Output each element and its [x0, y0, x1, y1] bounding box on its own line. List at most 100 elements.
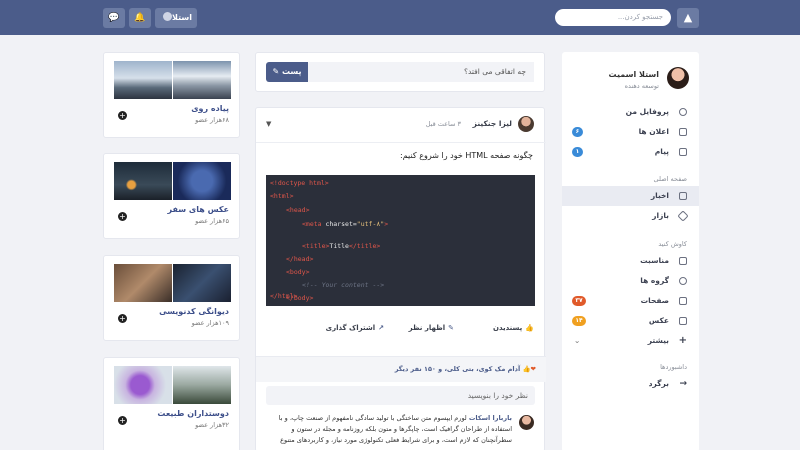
post-button[interactable]: پست ✎: [266, 62, 308, 82]
group-image: [173, 264, 231, 302]
pages-badge: ۳۷: [572, 296, 586, 306]
group-name[interactable]: دوستداران طبیعت: [157, 409, 229, 418]
comment-label: اظهار نظر: [408, 324, 446, 332]
feed-post: لیزا جنکینز ۳ ساعت قبل ▼ چگونه صفحه HTML…: [255, 107, 546, 450]
user-menu-label: استلا: [172, 13, 192, 22]
sidebar-item-label: برگرد: [648, 379, 669, 388]
file-icon: [679, 297, 687, 305]
plus-icon[interactable]: +: [118, 416, 127, 425]
newspaper-icon: [679, 192, 687, 200]
sidebar-item-label: گروه ها: [640, 276, 669, 285]
sidebar-item-profile[interactable]: پروفایل من: [562, 102, 699, 122]
comment-author[interactable]: باربارا اسکات: [469, 414, 512, 422]
search-input[interactable]: جستجو کردن...: [555, 9, 671, 26]
group-name[interactable]: دیوانگی کدنویسی: [159, 307, 229, 316]
sidebar-item-groups[interactable]: گروه ها: [562, 271, 699, 291]
code-token: Title: [329, 242, 349, 250]
post-author[interactable]: لیزا جنکینز: [473, 119, 512, 128]
pencil-icon: ✎: [272, 67, 280, 76]
share-button[interactable]: ↗اشتراک گذاری: [326, 324, 384, 332]
avatar: [518, 116, 534, 132]
avatar: [519, 415, 534, 430]
post-time: ۳ ساعت قبل: [425, 120, 461, 128]
calendar-icon: [679, 257, 687, 265]
code-line: <!doctype html>: [270, 179, 329, 187]
plus-icon[interactable]: +: [118, 111, 127, 120]
heart-icon: ❤: [530, 365, 536, 373]
sidebar-item-photos[interactable]: عکس ۱۴: [562, 311, 699, 331]
plus-icon: +: [678, 335, 687, 346]
reactions-summary: ❤👍 آدام مک کوی، بتی کلی، و ۱۵۰ نفر دیگر: [256, 356, 546, 382]
sidebar-item-label: اخبار: [650, 191, 669, 200]
tent-logo-icon[interactable]: ▲: [677, 8, 699, 28]
sidebar-item-label: بیشتر: [647, 336, 669, 345]
like-label: پسندیدن: [492, 324, 523, 332]
users-icon: [679, 277, 687, 285]
sidebar-item-market[interactable]: بازار: [562, 206, 699, 226]
thumbs-up-icon: 👍: [525, 324, 534, 332]
group-card: دوستداران طبیعت ۳۲هزار عضو +: [103, 357, 240, 450]
reactions-text[interactable]: ❤👍 آدام مک کوی، بتی کلی، و ۱۵۰ نفر دیگر: [395, 365, 536, 373]
top-navbar: ▲ جستجو کردن... استلا 🔔 💬: [0, 0, 800, 35]
sidebar-item-label: پیام: [654, 147, 669, 156]
profile-name: استلا اسمیت: [608, 70, 659, 79]
bell-icon[interactable]: 🔔: [129, 8, 151, 28]
mail-icon: [679, 148, 687, 156]
sidebar-item-messages[interactable]: پیام ۱: [562, 142, 699, 162]
code-token: charset=: [325, 220, 357, 228]
chat-icon[interactable]: 💬: [103, 8, 125, 28]
post-composer: چه اتفاقی می افتد؟ پست ✎: [255, 52, 545, 92]
comment-input[interactable]: نظر خود را بنویسید: [266, 386, 535, 405]
sidebar-item-label: عکس: [648, 316, 669, 325]
user-menu-button[interactable]: استلا: [155, 8, 197, 28]
like-button[interactable]: 👍پسندیدن: [493, 324, 534, 332]
sidebar: استلا اسمیت توسعه دهنده پروفایل من اعلان…: [562, 52, 699, 450]
code-line: </head>: [286, 255, 314, 263]
profile-summary[interactable]: استلا اسمیت توسعه دهنده: [571, 67, 689, 95]
group-name[interactable]: عکس های سفر: [168, 205, 229, 214]
comment-button[interactable]: ✎اظهار نظر: [409, 324, 454, 332]
code-line: </html>: [270, 292, 298, 300]
chevron-down-icon: ⌄: [574, 336, 581, 345]
plus-icon[interactable]: +: [118, 314, 127, 323]
group-image: [114, 162, 172, 200]
code-token: </title>: [348, 242, 381, 250]
thumbs-up-icon: 👍: [522, 365, 531, 373]
sidebar-item-pages[interactable]: صفحات ۳۷: [562, 291, 699, 311]
sidebar-item-notifications[interactable]: اعلان ها ۶: [562, 122, 699, 142]
sidebar-item-label: مناسبت: [640, 256, 669, 265]
group-image: [173, 61, 231, 99]
group-card: پیاده روی ۶۸هزار عضو +: [103, 52, 240, 138]
diamond-icon: [677, 210, 689, 222]
post-header: لیزا جنکینز ۳ ساعت قبل ▼: [264, 116, 534, 134]
code-token: <meta: [302, 220, 326, 228]
group-name[interactable]: پیاده روی: [191, 104, 229, 113]
group-card: عکس های سفر ۶۵هزار عضو +: [103, 153, 240, 239]
sidebar-item-more[interactable]: + بیشتر ⌄: [562, 331, 699, 351]
code-token: <title>: [302, 242, 330, 250]
avatar: [667, 67, 689, 89]
post-actions: 👍پسندیدن ✎اظهار نظر ↗اشتراک گذاری: [264, 322, 534, 338]
plus-icon[interactable]: +: [118, 212, 127, 221]
code-line: <html>: [270, 192, 294, 200]
sidebar-item-events[interactable]: مناسبت: [562, 251, 699, 271]
group-members: ۳۲هزار عضو: [195, 421, 229, 429]
photos-badge: ۱۴: [572, 316, 586, 326]
image-icon: [679, 317, 687, 325]
divider: [256, 142, 546, 143]
comment-text: باربارا اسکات لورم ایپسوم متن ساختگی با …: [267, 413, 512, 446]
group-members: ۱۰۹هزار عضو: [191, 319, 229, 327]
sidebar-item-back[interactable]: → برگرد: [562, 374, 699, 394]
group-members: ۶۵هزار عضو: [195, 217, 229, 225]
code-line: <body>: [286, 268, 310, 276]
section-title-home: صفحه اصلی: [653, 175, 687, 183]
sidebar-item-label: صفحات: [640, 296, 669, 305]
section-title-dashboards: داشبوردها: [660, 363, 687, 371]
sidebar-item-news[interactable]: اخبار: [562, 186, 699, 206]
sidebar-item-label: اعلان ها: [638, 127, 669, 136]
post-input[interactable]: چه اتفاقی می افتد؟: [307, 62, 534, 82]
group-image: [173, 162, 231, 200]
user-icon: [679, 108, 687, 116]
share-icon: ↗: [378, 324, 384, 332]
chevron-down-icon[interactable]: ▼: [266, 120, 271, 128]
